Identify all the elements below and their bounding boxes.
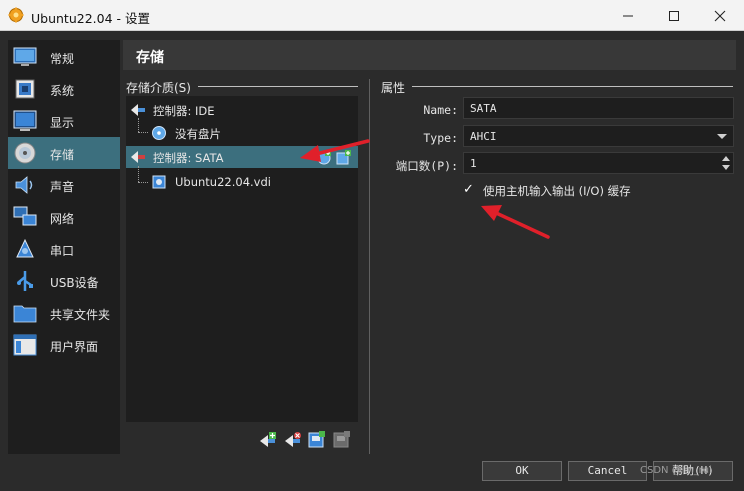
title-bar: Ubuntu22.04 - 设置: [0, 0, 744, 31]
network-icon: [13, 206, 37, 226]
name-input[interactable]: SATA: [463, 97, 734, 119]
nav-item-network[interactable]: 网络: [8, 201, 120, 233]
nav-item-system[interactable]: 系统: [8, 73, 120, 105]
ui-icon: [13, 334, 37, 356]
type-label: Type:: [423, 131, 458, 145]
ports-spinbox[interactable]: 1: [463, 152, 734, 174]
nav-item-serial[interactable]: 串口: [8, 233, 120, 265]
cancel-button[interactable]: Cancel: [568, 461, 647, 481]
monitor-icon: [13, 47, 37, 66]
attributes-group-label: 属性: [381, 81, 406, 95]
storage-tree[interactable]: 控制器: IDE 没有盘片 控制器: SATA Ubuntu22.04.vdi: [126, 96, 358, 422]
chevron-down-icon: [717, 134, 727, 139]
remove-attachment-icon: [333, 431, 350, 448]
ok-button[interactable]: OK: [482, 461, 562, 481]
watermark: CSDN @lin_rui: [640, 465, 712, 476]
name-label: Name:: [423, 103, 458, 117]
usb-icon: [17, 271, 33, 291]
folder-icon: [13, 305, 37, 323]
maximize-button[interactable]: [651, 0, 697, 31]
group-divider: [198, 86, 358, 87]
optical-disc-icon: [152, 126, 166, 140]
panel-header: 存储: [123, 40, 736, 70]
tree-row-ide-controller[interactable]: 控制器: IDE: [126, 99, 358, 121]
tree-row-vdi-disk[interactable]: Ubuntu22.04.vdi: [126, 171, 358, 193]
nav-item-storage[interactable]: 存储: [8, 137, 120, 169]
panel-splitter[interactable]: [369, 79, 370, 454]
ports-label: 端口数(P):: [395, 159, 458, 173]
tree-row-empty-optical[interactable]: 没有盘片: [126, 122, 358, 144]
minimize-icon: [623, 15, 633, 16]
page-title: 存储: [136, 50, 164, 66]
checkmark-icon: ✓: [463, 182, 474, 197]
controller-icon: [131, 151, 145, 163]
spin-down-icon[interactable]: [722, 165, 730, 170]
virtualbox-settings-icon: [8, 7, 24, 23]
speaker-icon: [15, 176, 33, 194]
controller-icon: [131, 104, 145, 116]
settings-nav: 常规 系统 显示 存储 声音 网络 串口 USB设备 共享文件夹 用户界面: [8, 40, 120, 454]
add-attachment-icon[interactable]: [308, 430, 326, 448]
type-select[interactable]: AHCI: [463, 125, 734, 147]
maximize-icon: [669, 10, 679, 21]
close-icon: [714, 10, 726, 21]
tree-row-sata-controller[interactable]: 控制器: SATA: [126, 146, 358, 168]
storage-media-group-label: 存储介质(S): [126, 81, 191, 95]
nav-item-user-interface[interactable]: 用户界面: [8, 329, 120, 361]
add-optical-drive-icon[interactable]: [316, 149, 332, 165]
serial-port-icon: [16, 238, 34, 258]
hard-disk-icon: [152, 175, 166, 189]
remove-controller-icon[interactable]: [284, 431, 302, 449]
nav-item-shared-folders[interactable]: 共享文件夹: [8, 297, 120, 329]
add-hard-disk-icon[interactable]: [336, 149, 352, 165]
display-icon: [13, 110, 37, 131]
spin-up-icon[interactable]: [722, 156, 730, 161]
add-controller-icon[interactable]: [259, 431, 277, 449]
chip-icon: [15, 79, 35, 99]
nav-item-display[interactable]: 显示: [8, 105, 120, 137]
close-button[interactable]: [697, 0, 743, 31]
minimize-button[interactable]: [605, 0, 651, 31]
nav-item-general[interactable]: 常规: [8, 41, 120, 73]
group-divider: [412, 86, 733, 87]
disk-icon: [14, 142, 36, 164]
nav-item-usb[interactable]: USB设备: [8, 265, 120, 297]
window-title: Ubuntu22.04 - 设置: [31, 11, 150, 26]
nav-item-audio[interactable]: 声音: [8, 169, 120, 201]
